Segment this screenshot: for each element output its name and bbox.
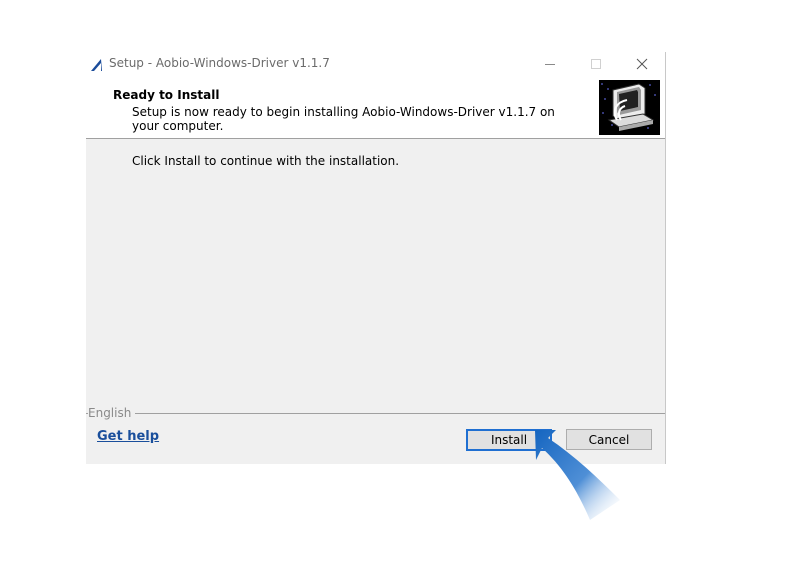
window-title: Setup - Aobio-Windows-Driver v1.1.7 <box>109 56 330 70</box>
footer-divider <box>86 413 665 414</box>
language-label: English <box>88 406 136 420</box>
close-button[interactable] <box>619 52 665 76</box>
title-bar[interactable]: Setup - Aobio-Windows-Driver v1.1.7 <box>86 52 665 76</box>
page-description: Setup is now ready to begin installing A… <box>132 105 555 133</box>
get-help-link[interactable]: Get help <box>97 429 159 444</box>
setup-window: Setup - Aobio-Windows-Driver v1.1.7 Read… <box>86 52 666 464</box>
minimize-icon <box>545 64 555 65</box>
close-icon <box>636 58 648 70</box>
maximize-icon <box>591 59 601 69</box>
app-icon <box>90 57 104 71</box>
minimize-button[interactable] <box>527 52 573 76</box>
installer-computer-icon <box>599 80 660 135</box>
wizard-header: Ready to Install Setup is now ready to b… <box>86 76 665 139</box>
pointer-arrow-icon <box>535 430 620 520</box>
instruction-text: Click Install to continue with the insta… <box>132 154 400 168</box>
page-title: Ready to Install <box>113 88 220 102</box>
maximize-button[interactable] <box>573 52 619 76</box>
